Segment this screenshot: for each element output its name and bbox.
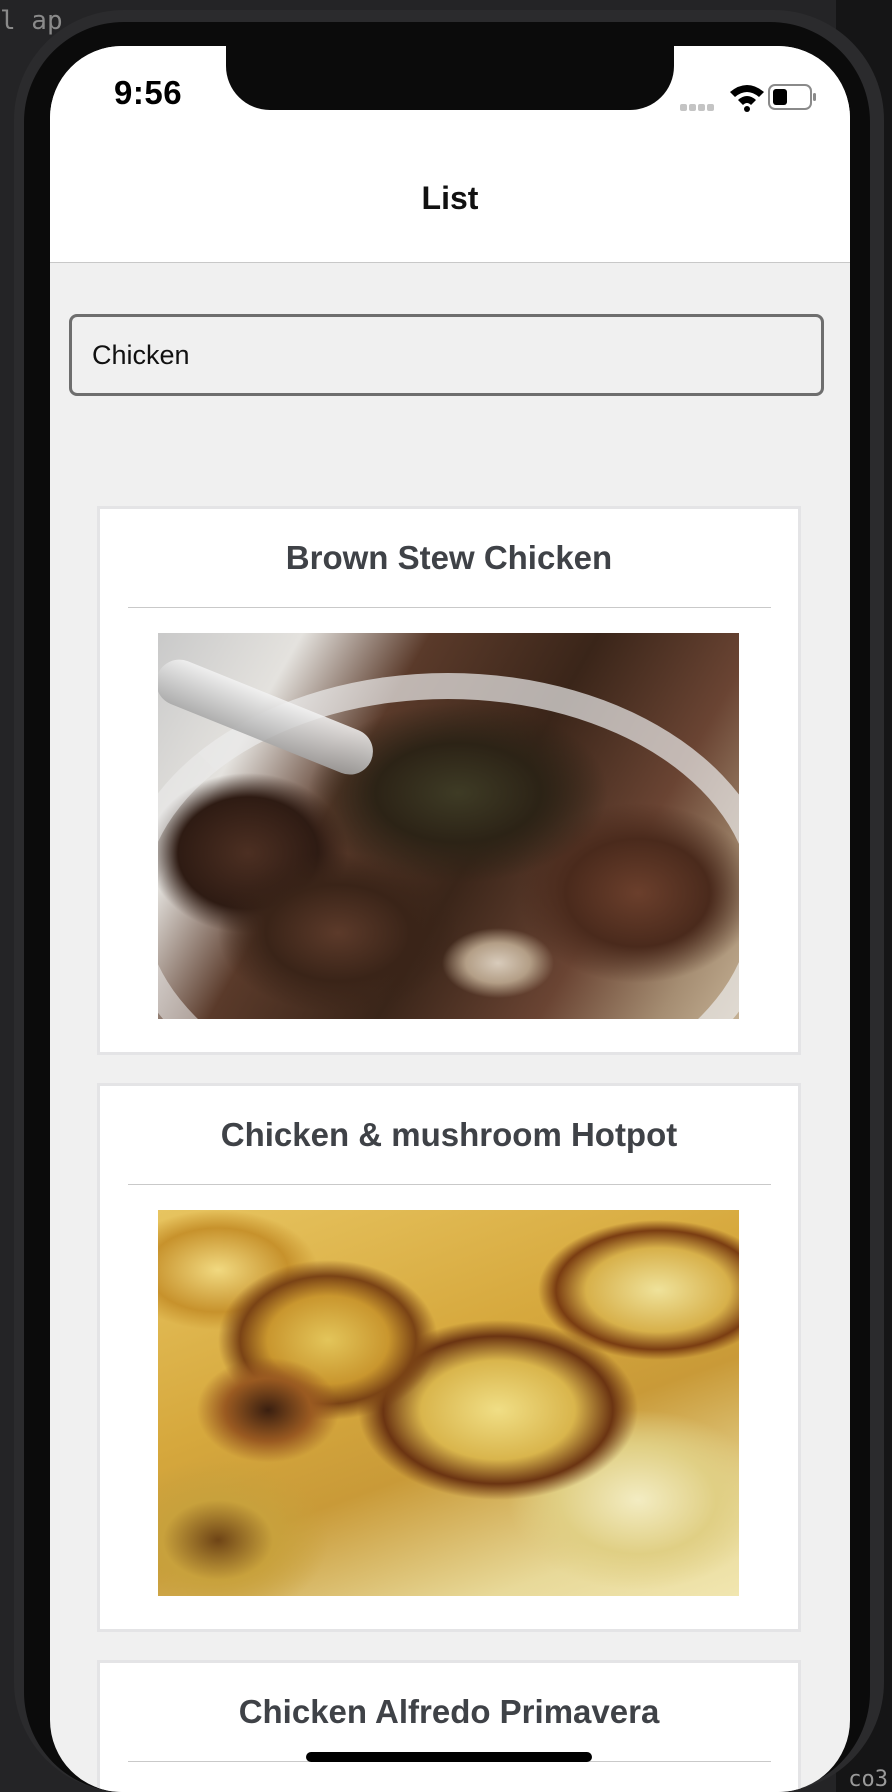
recipe-card[interactable]: Chicken Alfredo Primavera [97,1660,801,1792]
home-indicator[interactable] [306,1752,592,1762]
search-input-value: Chicken [92,339,190,370]
recipe-card[interactable]: Brown Stew Chicken [97,506,801,1055]
recipe-photo [158,1210,739,1596]
battery-icon [768,84,818,110]
recipe-title: Chicken Alfredo Primavera [238,1693,660,1730]
card-divider [128,607,771,608]
wifi-icon [728,82,766,112]
status-time: 9:56 [114,74,183,111]
recipe-photo [158,633,739,1019]
device-notch [226,46,674,110]
recipe-title: Chicken & mushroom Hotpot [220,1116,678,1153]
search-input[interactable]: Chicken [69,314,824,396]
phone-screen: 9:56 List Chicken Brown Stew Chicken Chi… [50,46,850,1792]
background-code-line: l ap [0,6,63,36]
navigation-bar: List [50,146,850,263]
recipe-title: Brown Stew Chicken [285,539,613,576]
background-code-fragment: co3 [848,1767,888,1792]
recipe-card[interactable]: Chicken & mushroom Hotpot [97,1083,801,1632]
page-title: List [421,179,479,216]
card-divider [128,1184,771,1185]
cellular-signal-icon [680,98,720,111]
